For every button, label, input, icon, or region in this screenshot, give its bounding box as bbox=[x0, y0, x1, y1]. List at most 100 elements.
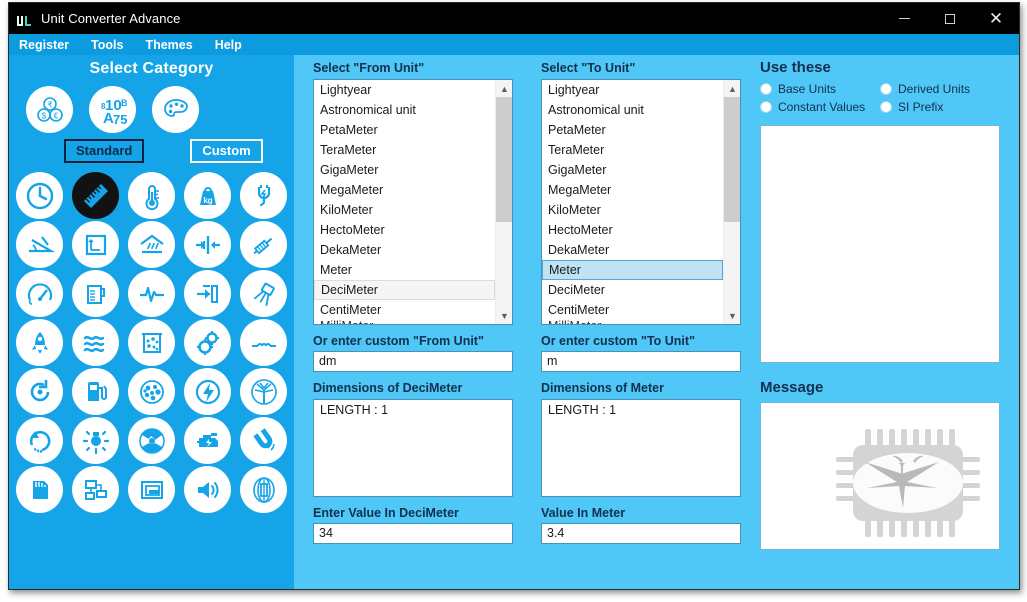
list-item[interactable]: HectoMeter bbox=[542, 220, 723, 240]
category-concentration-icon[interactable] bbox=[128, 368, 175, 415]
menu-item-tools[interactable]: Tools bbox=[91, 38, 123, 52]
scroll-down-icon[interactable]: ▼ bbox=[496, 307, 512, 324]
category-electromagnetic-field-icon[interactable] bbox=[240, 466, 287, 513]
maximize-button[interactable] bbox=[927, 3, 973, 34]
list-item-selected[interactable]: Meter bbox=[542, 260, 723, 280]
close-button[interactable]: ✕ bbox=[973, 3, 1019, 34]
category-radioactivity-icon[interactable] bbox=[128, 417, 175, 464]
category-area-icon[interactable] bbox=[72, 221, 119, 268]
to-custom-input[interactable]: m bbox=[541, 351, 741, 372]
category-frequency-icon[interactable] bbox=[128, 270, 175, 317]
list-item[interactable]: DekaMeter bbox=[314, 240, 495, 260]
list-item[interactable]: Meter bbox=[314, 260, 495, 280]
category-weight-icon[interactable]: kg bbox=[184, 172, 231, 219]
list-item[interactable]: PetaMeter bbox=[542, 120, 723, 140]
main-window: Unit Converter Advance ✕ Register Tools … bbox=[8, 2, 1020, 590]
category-radiation-tree-icon[interactable] bbox=[240, 368, 287, 415]
category-angle-icon[interactable] bbox=[16, 221, 63, 268]
category-heat-flow-icon[interactable] bbox=[128, 221, 175, 268]
category-viscosity-icon[interactable] bbox=[240, 221, 287, 268]
list-item[interactable]: Lightyear bbox=[314, 80, 495, 100]
category-density-icon[interactable] bbox=[128, 319, 175, 366]
category-rotation-icon[interactable] bbox=[16, 368, 63, 415]
list-item[interactable]: TeraMeter bbox=[314, 140, 495, 160]
currency-icon[interactable]: ₹ $ € bbox=[26, 86, 73, 133]
category-engine-icon[interactable] bbox=[184, 417, 231, 464]
list-item-clipped[interactable]: MilliMeter bbox=[542, 320, 723, 324]
list-item[interactable]: DeciMeter bbox=[542, 280, 723, 300]
window-body: Select Category ₹ $ € 8 10 B A 75 Standa… bbox=[9, 55, 1019, 589]
list-item-selected[interactable]: DeciMeter bbox=[314, 280, 495, 300]
category-time-icon[interactable] bbox=[16, 172, 63, 219]
category-gears-icon[interactable] bbox=[184, 319, 231, 366]
category-pressure-icon[interactable] bbox=[184, 221, 231, 268]
list-item[interactable]: Lightyear bbox=[542, 80, 723, 100]
scrollbar-thumb[interactable] bbox=[496, 97, 512, 222]
menu-item-help[interactable]: Help bbox=[215, 38, 242, 52]
standard-mode-button[interactable]: Standard bbox=[64, 139, 145, 163]
radio-constant-values[interactable]: Constant Values bbox=[760, 100, 880, 114]
list-item[interactable]: TeraMeter bbox=[542, 140, 723, 160]
number-base-icon[interactable]: 8 10 B A 75 bbox=[89, 86, 136, 133]
message-panel[interactable] bbox=[760, 402, 1000, 550]
list-item[interactable]: KiloMeter bbox=[542, 200, 723, 220]
from-unit-listbox[interactable]: Lightyear Astronomical unit PetaMeter Te… bbox=[313, 79, 513, 325]
to-value-output[interactable]: 3.4 bbox=[541, 523, 741, 544]
svg-text:$: $ bbox=[41, 111, 46, 120]
close-icon: ✕ bbox=[988, 9, 1004, 28]
list-item[interactable]: GigaMeter bbox=[542, 160, 723, 180]
minimize-button[interactable] bbox=[881, 3, 927, 34]
list-item-clipped[interactable]: MilliMeter bbox=[314, 320, 495, 324]
to-unit-listbox[interactable]: Lightyear Astronomical unit PetaMeter Te… bbox=[541, 79, 741, 325]
scroll-down-icon[interactable]: ▼ bbox=[724, 307, 740, 324]
dragonfly-chip-logo bbox=[823, 419, 993, 547]
list-item[interactable]: HectoMeter bbox=[314, 220, 495, 240]
category-memory-card-icon[interactable] bbox=[16, 466, 63, 513]
list-item[interactable]: CentiMeter bbox=[314, 300, 495, 320]
menu-item-themes[interactable]: Themes bbox=[145, 38, 192, 52]
category-fuel-pump-icon[interactable] bbox=[72, 368, 119, 415]
list-item[interactable]: Astronomical unit bbox=[542, 100, 723, 120]
scroll-up-icon[interactable]: ▲ bbox=[496, 80, 512, 97]
category-inductor-icon[interactable] bbox=[240, 319, 287, 366]
list-item[interactable]: KiloMeter bbox=[314, 200, 495, 220]
list-item[interactable]: MegaMeter bbox=[542, 180, 723, 200]
category-layers-icon[interactable] bbox=[128, 466, 175, 513]
category-luminosity-icon[interactable] bbox=[72, 417, 119, 464]
list-item[interactable]: CentiMeter bbox=[542, 300, 723, 320]
category-speedometer-icon[interactable] bbox=[16, 270, 63, 317]
radio-derived-units[interactable]: Derived Units bbox=[880, 82, 1000, 96]
category-volume-beaker-icon[interactable] bbox=[72, 270, 119, 317]
list-item[interactable]: DekaMeter bbox=[542, 240, 723, 260]
category-transistor-icon[interactable] bbox=[240, 270, 287, 317]
category-energy-bolt-icon[interactable] bbox=[184, 368, 231, 415]
list-item[interactable]: PetaMeter bbox=[314, 120, 495, 140]
category-ruler-length-icon[interactable] bbox=[72, 172, 119, 219]
radio-si-prefix[interactable]: SI Prefix bbox=[880, 100, 1000, 114]
from-custom-input[interactable]: dm bbox=[313, 351, 513, 372]
category-network-icon[interactable] bbox=[72, 466, 119, 513]
radio-base-units[interactable]: Base Units bbox=[760, 82, 880, 96]
list-item[interactable]: Astronomical unit bbox=[314, 100, 495, 120]
color-palette-icon[interactable] bbox=[152, 86, 199, 133]
to-list-scrollbar[interactable]: ▲ ▼ bbox=[723, 80, 740, 324]
scrollbar-thumb[interactable] bbox=[724, 97, 740, 222]
custom-mode-button[interactable]: Custom bbox=[190, 139, 263, 163]
to-dimensions-box[interactable]: LENGTH : 1 bbox=[541, 399, 741, 497]
list-item[interactable]: GigaMeter bbox=[314, 160, 495, 180]
category-force-icon[interactable] bbox=[184, 270, 231, 317]
category-rocket-icon[interactable] bbox=[16, 319, 63, 366]
from-dimensions-box[interactable]: LENGTH : 1 bbox=[313, 399, 513, 497]
category-magnet-icon[interactable] bbox=[240, 417, 287, 464]
category-angular-speed-icon[interactable] bbox=[16, 417, 63, 464]
category-flow-waves-icon[interactable] bbox=[72, 319, 119, 366]
from-value-input[interactable]: 34 bbox=[313, 523, 513, 544]
category-temperature-icon[interactable] bbox=[128, 172, 175, 219]
units-detail-panel[interactable] bbox=[760, 125, 1000, 363]
category-sound-volume-icon[interactable] bbox=[184, 466, 231, 513]
menu-item-register[interactable]: Register bbox=[19, 38, 69, 52]
list-item[interactable]: MegaMeter bbox=[314, 180, 495, 200]
category-power-plug-icon[interactable] bbox=[240, 172, 287, 219]
scroll-up-icon[interactable]: ▲ bbox=[724, 80, 740, 97]
from-list-scrollbar[interactable]: ▲ ▼ bbox=[495, 80, 512, 324]
